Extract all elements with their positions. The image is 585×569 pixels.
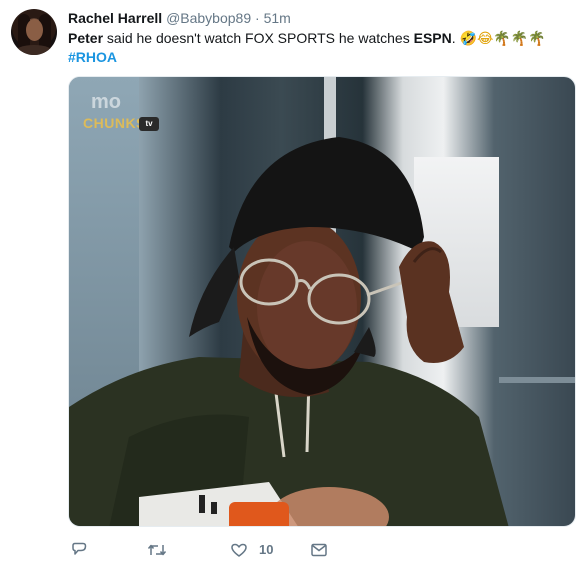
tweet: Rachel Harrell @Babybop89 · 51m Peter sa… bbox=[0, 0, 585, 569]
reply-icon bbox=[72, 542, 87, 555]
rofl-emoji-icon: 🤣 bbox=[459, 31, 477, 47]
text-bold-peter: Peter bbox=[68, 30, 104, 46]
author-name[interactable]: Rachel Harrell bbox=[68, 10, 162, 26]
text-end: . bbox=[451, 30, 460, 46]
avatar-face bbox=[26, 19, 43, 41]
joy-emoji-icon: 😂 bbox=[476, 31, 494, 47]
tweet-actions: 10 bbox=[70, 540, 370, 560]
direct-message-button[interactable] bbox=[310, 540, 330, 560]
envelope-icon bbox=[311, 543, 327, 557]
author-handle[interactable]: @Babybop89 bbox=[166, 10, 251, 26]
hashtag-link[interactable]: #RHOA bbox=[68, 48, 117, 67]
avatar[interactable] bbox=[11, 9, 57, 55]
like-button[interactable]: 10 bbox=[230, 540, 280, 560]
text-middle: said he doesn't watch FOX SPORTS he watc… bbox=[103, 30, 414, 46]
person-photo bbox=[69, 137, 509, 526]
palm-tree-emoji-icon: 🌴 bbox=[510, 31, 529, 47]
watermark-badge: tv bbox=[139, 117, 159, 131]
heart-icon bbox=[231, 543, 247, 557]
palm-tree-emoji-icon: 🌴 bbox=[493, 31, 511, 47]
timestamp[interactable]: 51m bbox=[264, 10, 291, 26]
watermark-text-bottom: CHUNKS bbox=[83, 115, 146, 131]
palm-tree-emoji-icon: 🌴 bbox=[528, 31, 546, 47]
text-bold-espn: ESPN bbox=[413, 30, 452, 46]
retweet-icon bbox=[147, 544, 167, 556]
like-count: 10 bbox=[259, 542, 274, 557]
reply-button[interactable] bbox=[70, 540, 90, 560]
tweet-header: Rachel Harrell @Babybop89 · 51m bbox=[68, 9, 291, 27]
tweet-text: Peter said he doesn't watch FOX SPORTS h… bbox=[68, 29, 578, 49]
separator-dot: · bbox=[255, 10, 260, 26]
watermark-logo: mo CHUNKS tv bbox=[83, 91, 159, 139]
watermark-text-top: mo bbox=[91, 91, 121, 113]
tweet-media-image[interactable]: mo CHUNKS tv bbox=[68, 76, 576, 527]
avatar-shoulder bbox=[15, 45, 53, 55]
retweet-button[interactable] bbox=[147, 540, 167, 560]
